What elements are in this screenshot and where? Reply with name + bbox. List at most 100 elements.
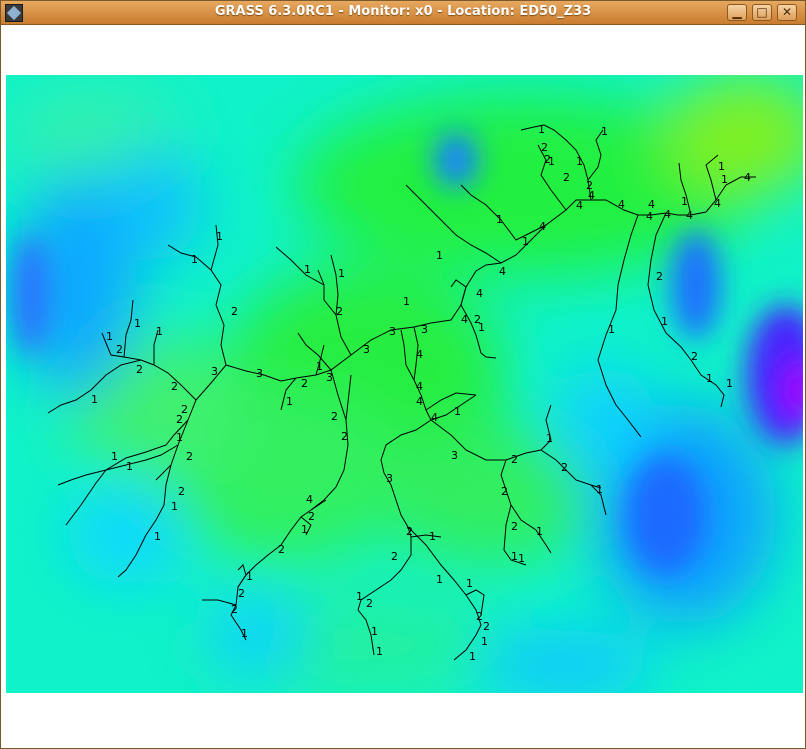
svg-text:1: 1 bbox=[301, 523, 308, 536]
svg-text:2: 2 bbox=[136, 363, 143, 376]
svg-text:1: 1 bbox=[546, 432, 553, 445]
svg-text:4: 4 bbox=[499, 265, 506, 278]
svg-text:1: 1 bbox=[706, 372, 713, 385]
svg-text:1: 1 bbox=[596, 483, 603, 496]
svg-text:1: 1 bbox=[538, 123, 545, 136]
svg-text:4: 4 bbox=[476, 287, 483, 300]
svg-text:3: 3 bbox=[389, 325, 396, 338]
svg-text:1: 1 bbox=[436, 573, 443, 586]
svg-text:2: 2 bbox=[341, 430, 348, 443]
svg-text:1: 1 bbox=[496, 213, 503, 226]
svg-text:2: 2 bbox=[561, 461, 568, 474]
svg-text:1: 1 bbox=[356, 590, 363, 603]
svg-text:4: 4 bbox=[416, 348, 423, 361]
svg-text:4: 4 bbox=[714, 197, 721, 210]
svg-text:4: 4 bbox=[306, 493, 313, 506]
svg-text:2: 2 bbox=[691, 350, 698, 363]
svg-text:2: 2 bbox=[511, 520, 518, 533]
svg-text:4: 4 bbox=[416, 395, 423, 408]
svg-text:1: 1 bbox=[718, 160, 725, 173]
svg-text:1: 1 bbox=[726, 377, 733, 390]
maximize-button[interactable]: □ bbox=[752, 4, 772, 21]
title-bar[interactable]: GRASS 6.3.0RC1 - Monitor: x0 - Location:… bbox=[1, 1, 805, 25]
svg-text:1: 1 bbox=[601, 125, 608, 138]
close-button[interactable]: ✕ bbox=[777, 4, 797, 21]
svg-text:2: 2 bbox=[301, 377, 308, 390]
svg-text:1: 1 bbox=[316, 360, 323, 373]
svg-text:1: 1 bbox=[171, 500, 178, 513]
svg-text:4: 4 bbox=[744, 171, 751, 184]
svg-text:2: 2 bbox=[476, 610, 483, 623]
svg-text:1: 1 bbox=[721, 173, 728, 186]
svg-text:1: 1 bbox=[376, 645, 383, 658]
svg-text:4: 4 bbox=[461, 313, 468, 326]
svg-text:1: 1 bbox=[436, 249, 443, 262]
svg-text:1: 1 bbox=[286, 395, 293, 408]
svg-text:4: 4 bbox=[686, 209, 693, 222]
svg-text:1: 1 bbox=[403, 295, 410, 308]
svg-text:1: 1 bbox=[371, 625, 378, 638]
svg-text:1: 1 bbox=[338, 267, 345, 280]
svg-text:4: 4 bbox=[576, 199, 583, 212]
svg-text:3: 3 bbox=[421, 323, 428, 336]
svg-text:1: 1 bbox=[511, 550, 518, 563]
minimize-button[interactable]: ▁ bbox=[727, 4, 747, 21]
svg-text:2: 2 bbox=[501, 485, 508, 498]
svg-text:1: 1 bbox=[241, 627, 248, 640]
svg-text:2: 2 bbox=[171, 380, 178, 393]
svg-text:1: 1 bbox=[111, 450, 118, 463]
svg-text:2: 2 bbox=[116, 343, 123, 356]
svg-text:2: 2 bbox=[336, 305, 343, 318]
svg-text:1: 1 bbox=[134, 317, 141, 330]
svg-text:2: 2 bbox=[511, 453, 518, 466]
svg-text:1: 1 bbox=[548, 155, 555, 168]
svg-text:1: 1 bbox=[681, 195, 688, 208]
svg-text:2: 2 bbox=[176, 413, 183, 426]
svg-text:1: 1 bbox=[481, 635, 488, 648]
svg-text:1: 1 bbox=[536, 525, 543, 538]
svg-text:2: 2 bbox=[231, 603, 238, 616]
svg-text:1: 1 bbox=[522, 235, 529, 248]
svg-text:3: 3 bbox=[211, 365, 218, 378]
svg-text:4: 4 bbox=[588, 189, 595, 202]
elevation-raster bbox=[6, 75, 803, 693]
svg-text:2: 2 bbox=[231, 305, 238, 318]
svg-text:4: 4 bbox=[664, 208, 671, 221]
svg-text:2: 2 bbox=[656, 270, 663, 283]
svg-text:2: 2 bbox=[483, 620, 490, 633]
svg-text:1: 1 bbox=[191, 253, 198, 266]
map-display[interactable]: 11 23 32 22 21 11 11 12 12 21 1 12 13 22… bbox=[6, 75, 803, 693]
svg-text:1: 1 bbox=[429, 530, 436, 543]
svg-text:3: 3 bbox=[363, 343, 370, 356]
map-canvas[interactable]: 11 23 32 22 21 11 11 12 12 21 1 12 13 22… bbox=[6, 75, 803, 693]
svg-text:1: 1 bbox=[466, 577, 473, 590]
svg-text:3: 3 bbox=[386, 472, 393, 485]
svg-text:2: 2 bbox=[278, 543, 285, 556]
svg-text:1: 1 bbox=[576, 155, 583, 168]
svg-text:2: 2 bbox=[391, 550, 398, 563]
svg-text:2: 2 bbox=[366, 597, 373, 610]
svg-text:3: 3 bbox=[451, 449, 458, 462]
svg-text:3: 3 bbox=[256, 367, 263, 380]
svg-text:3: 3 bbox=[326, 371, 333, 384]
svg-text:1: 1 bbox=[608, 323, 615, 336]
svg-text:2: 2 bbox=[186, 450, 193, 463]
svg-text:1: 1 bbox=[469, 650, 476, 663]
svg-text:2: 2 bbox=[178, 485, 185, 498]
svg-text:1: 1 bbox=[176, 431, 183, 444]
svg-text:1: 1 bbox=[454, 405, 461, 418]
window-title: GRASS 6.3.0RC1 - Monitor: x0 - Location:… bbox=[214, 4, 592, 19]
svg-text:1: 1 bbox=[106, 330, 113, 343]
svg-text:2: 2 bbox=[406, 525, 413, 538]
monitor-window: GRASS 6.3.0RC1 - Monitor: x0 - Location:… bbox=[0, 0, 806, 749]
svg-text:2: 2 bbox=[563, 171, 570, 184]
svg-text:1: 1 bbox=[126, 460, 133, 473]
svg-text:1: 1 bbox=[518, 552, 525, 565]
svg-text:1: 1 bbox=[156, 325, 163, 338]
svg-text:1: 1 bbox=[154, 530, 161, 543]
svg-text:1: 1 bbox=[661, 315, 668, 328]
svg-text:2: 2 bbox=[238, 587, 245, 600]
svg-text:4: 4 bbox=[618, 198, 625, 211]
svg-text:4: 4 bbox=[646, 210, 653, 223]
svg-text:1: 1 bbox=[216, 230, 223, 243]
